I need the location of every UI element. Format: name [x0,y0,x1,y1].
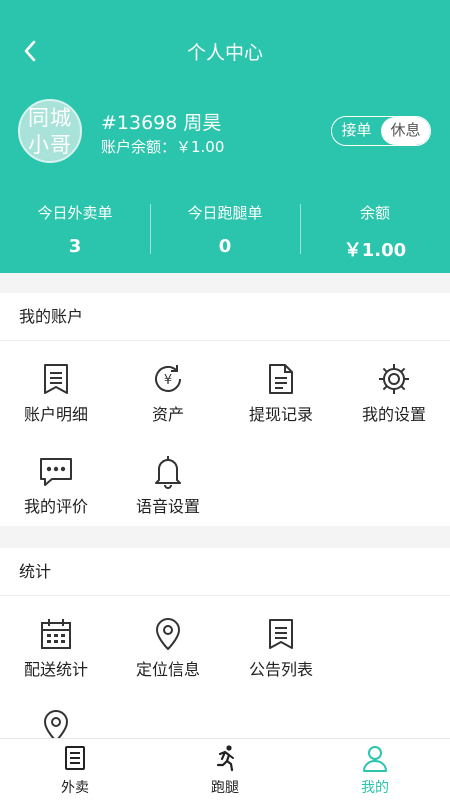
avatar-text-line2: 小哥 [28,133,72,157]
menu-assets[interactable]: ¥ 资产 [112,341,224,431]
bookmark-list-icon [269,619,293,649]
tab-label: 跑腿 [211,780,239,796]
profile-header: 个人中心 同城 小哥 #13698 周昊 账户余额：￥1.00 接单 休息 今日… [0,0,450,273]
tab-label: 外卖 [61,780,89,796]
menu-label: 语音设置 [135,497,200,516]
menu-label: 配送统计 [23,660,88,679]
location-pin-icon [156,618,180,650]
stat-value: 0 [218,236,232,257]
menu-location-info[interactable]: 定位信息 [112,596,224,686]
account-balance: 账户余额：￥1.00 [101,138,225,156]
tab-errand[interactable]: 跑腿 [150,739,300,800]
stat-value: 3 [68,236,82,257]
section-title: 我的账户 [0,293,450,341]
gear-icon [379,364,409,394]
calendar-icon [41,619,71,649]
work-status-toggle[interactable]: 接单 休息 [331,116,431,146]
menu-my-reviews[interactable]: 我的评价 [0,433,112,523]
menu-delivery-stats[interactable]: 配送统计 [0,596,112,686]
account-section: 我的账户 账户明细 ¥ 资产 提现记录 我的设置 我的评价 语音设置 [0,293,450,526]
stat-label: 今日跑腿单 [187,204,263,222]
menu-label: 账户明细 [23,405,88,424]
bell-icon [155,456,181,489]
stat-value: ￥1.00 [343,240,407,261]
menu-label: 资产 [151,405,184,424]
menu-my-settings[interactable]: 我的设置 [338,341,450,431]
avatar[interactable]: 同城 小哥 [18,99,82,163]
tab-takeout[interactable]: 外卖 [0,739,150,800]
receipt-icon [65,746,85,770]
bookmark-list-icon [44,364,68,394]
bottom-tab-bar: 外卖 跑腿 我的 [0,738,450,800]
stat-balance[interactable]: 余额 ￥1.00 [300,198,450,262]
menu-account-details[interactable]: 账户明细 [0,341,112,431]
page-title: 个人中心 [186,42,263,64]
menu-voice-settings[interactable]: 语音设置 [112,433,224,523]
document-icon [269,364,293,394]
menu-label: 我的评价 [23,497,88,516]
menu-partial-item[interactable] [0,688,112,738]
tab-mine[interactable]: 我的 [300,739,450,800]
statistics-section: 统计 配送统计 定位信息 公告列表 [0,548,450,738]
menu-label: 公告列表 [248,660,313,679]
chat-bubble-icon [40,458,72,486]
yen-cycle-icon: ¥ [155,365,181,392]
tab-label: 我的 [361,780,389,796]
stat-errand-orders[interactable]: 今日跑腿单 0 [150,198,300,262]
menu-label: 提现记录 [248,405,313,424]
menu-announcements[interactable]: 公告列表 [225,596,337,686]
section-title: 统计 [0,548,450,596]
toggle-accept-orders[interactable]: 接单 [332,117,381,145]
toggle-rest[interactable]: 休息 [381,117,430,145]
menu-label: 定位信息 [135,660,200,679]
today-stats: 今日外卖单 3 今日跑腿单 0 余额 ￥1.00 [0,198,450,262]
runner-icon [216,745,234,772]
menu-withdraw-records[interactable]: 提现记录 [225,341,337,431]
user-name: #13698 周昊 [101,112,222,134]
menu-label: 我的设置 [361,405,426,424]
svg-text:¥: ¥ [164,373,172,388]
user-icon [363,746,387,772]
stat-label: 余额 [359,204,390,222]
avatar-text-line1: 同城 [28,106,72,130]
stat-takeout-orders[interactable]: 今日外卖单 3 [0,198,150,262]
location-pin-icon [44,710,68,738]
stat-label: 今日外卖单 [37,204,113,222]
